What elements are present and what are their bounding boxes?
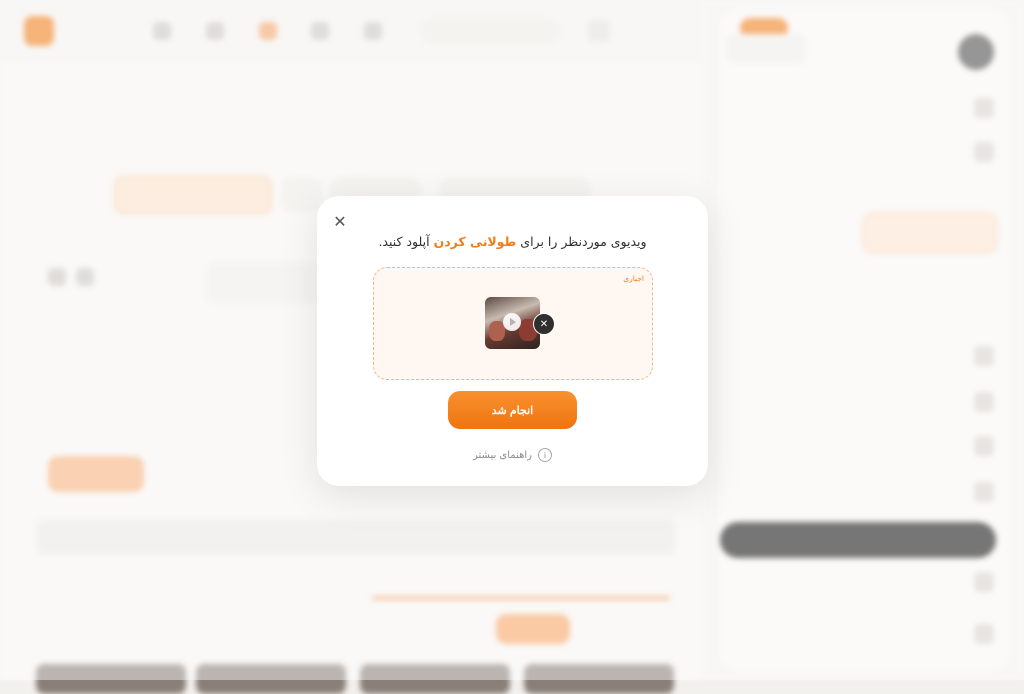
prompt-text-before: ویدیوی موردنظر را برای [520, 234, 647, 249]
more-help-link[interactable]: i راهنمای بیشتر [317, 448, 708, 462]
close-button[interactable]: ✕ [329, 210, 351, 232]
remove-video-button[interactable]: ✕ [533, 313, 555, 335]
play-icon[interactable] [503, 313, 521, 331]
done-button[interactable]: انجام شد [448, 391, 577, 429]
modal-prompt: ویدیوی موردنظر را برای طولانی کردن آپلود… [317, 234, 708, 249]
more-help-label: راهنمای بیشتر [473, 449, 532, 461]
info-icon: i [538, 448, 552, 462]
prompt-highlight: طولانی کردن [433, 234, 517, 249]
required-label: اجباری [623, 274, 644, 283]
video-dropzone[interactable]: اجباری ✕ [373, 267, 653, 380]
uploaded-video-thumbnail[interactable] [485, 297, 540, 349]
prompt-text-after: آپلود کنید. [378, 234, 430, 249]
remove-icon: ✕ [539, 318, 549, 330]
upload-video-modal: ✕ ویدیوی موردنظر را برای طولانی کردن آپل… [317, 196, 708, 486]
close-icon: ✕ [333, 211, 347, 231]
